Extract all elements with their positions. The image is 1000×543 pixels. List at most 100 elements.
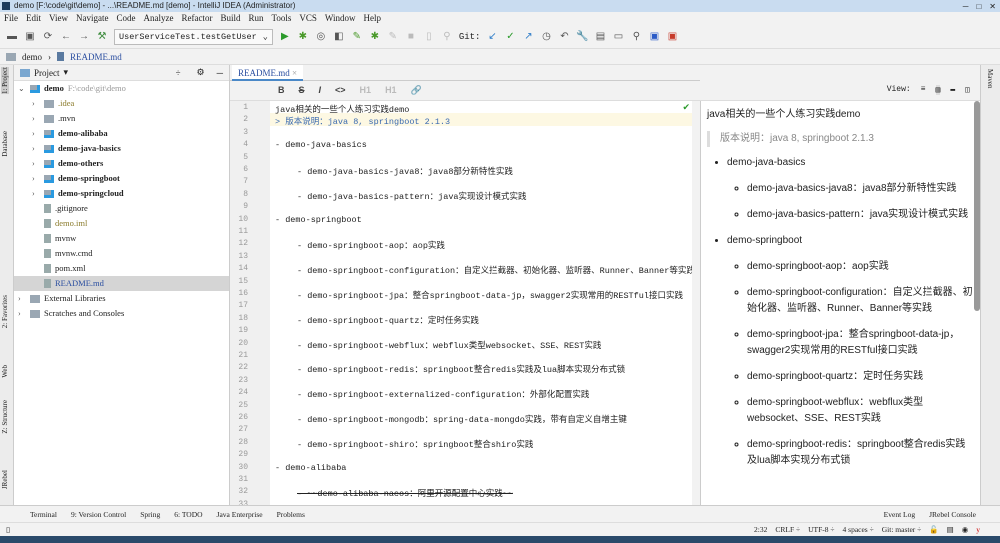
bold-button[interactable]: B (278, 85, 285, 96)
menu-view[interactable]: View (49, 12, 68, 25)
close-icon[interactable]: × (292, 68, 297, 78)
translate-icon[interactable]: ▣ (648, 31, 660, 43)
indent-setting[interactable]: 4 spaces ÷ (843, 525, 874, 534)
chevron-down-icon[interactable]: ⌄ (18, 81, 26, 96)
menu-analyze[interactable]: Analyze (143, 12, 173, 25)
find-icon[interactable]: ⚲ (630, 31, 642, 43)
tool-window-terminal[interactable]: Terminal (30, 510, 57, 519)
tool-window--version-control[interactable]: 9: Version Control (71, 510, 126, 519)
caret-position[interactable]: 2:32 (754, 525, 767, 534)
settings-icon[interactable]: 🔧 (576, 31, 588, 43)
menu-window[interactable]: Window (325, 12, 356, 25)
run-configuration-select[interactable]: UserServiceTest.testGetUser ⌄ (114, 28, 273, 45)
menu-vcs[interactable]: VCS (299, 12, 317, 25)
open-icon[interactable]: ▬ (6, 31, 18, 43)
tree-item[interactable]: › demo-springboot (14, 171, 229, 186)
tree-item[interactable]: › demo-springcloud (14, 186, 229, 201)
tree-item[interactable]: › External Libraries (14, 291, 229, 306)
tree-item[interactable]: ⌄ demo F:\code\git\demo (14, 81, 229, 96)
toggle-tool-windows-icon[interactable]: ▯ (6, 525, 10, 534)
terminal-icon[interactable]: ▭ (612, 31, 624, 43)
menu-code[interactable]: Code (116, 12, 135, 25)
tool-project[interactable]: 1: Project (1, 67, 9, 95)
editor-only-icon[interactable]: ≡ (921, 85, 926, 95)
menu-build[interactable]: Build (220, 12, 240, 25)
tree-item[interactable]: .gitignore (14, 201, 229, 216)
italic-button[interactable]: I (319, 85, 322, 96)
menu-run[interactable]: Run (248, 12, 263, 25)
search-disabled-icon[interactable]: ⚲ (441, 31, 453, 43)
stop-icon[interactable]: ■ (405, 31, 417, 43)
chevron-down-icon[interactable]: ▾ (64, 67, 69, 78)
jrebel-run-icon[interactable]: ✎ (351, 31, 363, 43)
memory-icon[interactable]: ▤ (947, 525, 954, 534)
git-push-icon[interactable]: ↗ (522, 31, 534, 43)
chevron-right-icon[interactable]: › (32, 111, 40, 126)
split-view-icon[interactable]: ▥ (935, 85, 941, 95)
rollback-icon[interactable]: ↶ (558, 31, 570, 43)
jrebel-debug-icon[interactable]: ✱ (369, 31, 381, 43)
debug-icon[interactable]: ✱ (297, 31, 309, 43)
chevron-right-icon[interactable]: › (32, 171, 40, 186)
tree-item[interactable]: › demo-others (14, 156, 229, 171)
preview-only-icon[interactable]: ▬ (950, 85, 955, 95)
chevron-right-icon[interactable]: › (32, 186, 40, 201)
tool-window--todo[interactable]: 6: TODO (174, 510, 202, 519)
plugin-icon[interactable]: ▣ (666, 31, 678, 43)
tree-item[interactable]: mvnw.cmd (14, 246, 229, 261)
layout-toggle-icon[interactable]: ◫ (965, 85, 970, 95)
tree-item[interactable]: mvnw (14, 231, 229, 246)
tool-window-jrebel-console[interactable]: JRebel Console (929, 510, 976, 519)
link-button[interactable]: 🔗 (411, 85, 422, 96)
tab-readme[interactable]: README.md × (232, 65, 304, 81)
header-up-button[interactable]: H1 (360, 85, 372, 96)
build-icon[interactable]: ⚒ (96, 31, 108, 43)
tree-item[interactable]: pom.xml (14, 261, 229, 276)
menu-navigate[interactable]: Navigate (76, 12, 108, 25)
strikethrough-button[interactable]: S (299, 85, 305, 96)
tool-structure[interactable]: Z: Structure (1, 400, 9, 434)
tree-item[interactable]: › .idea (14, 96, 229, 111)
sync-icon[interactable]: ⟳ (42, 31, 54, 43)
forward-icon[interactable]: → (78, 31, 90, 43)
run-icon[interactable]: ▶ (279, 31, 291, 43)
tool-web[interactable]: Web (1, 365, 9, 378)
markdown-editor[interactable]: ✔ java相关的一些个人练习实践demo > 版本说明：java 8, spri… (270, 101, 692, 505)
menu-file[interactable]: File (4, 12, 18, 25)
tool-window-event-log[interactable]: Event Log (884, 510, 915, 519)
menu-tools[interactable]: Tools (271, 12, 291, 25)
collapse-all-icon[interactable]: ÷ (176, 68, 181, 78)
save-icon[interactable]: ▣ (24, 31, 36, 43)
tool-window-problems[interactable]: Problems (277, 510, 305, 519)
tree-item[interactable]: › demo-alibaba (14, 126, 229, 141)
hide-panel-icon[interactable]: ─ (217, 68, 223, 78)
tool-maven[interactable]: Maven (986, 69, 994, 88)
chevron-right-icon[interactable]: › (32, 141, 40, 156)
structure-icon[interactable]: ▤ (594, 31, 606, 43)
gear-icon[interactable]: ⚙ (197, 67, 205, 78)
menu-edit[interactable]: Edit (26, 12, 41, 25)
tree-item[interactable]: › Scratches and Consoles (14, 306, 229, 321)
tool-favorites[interactable]: 2: Favorites (1, 295, 9, 328)
jrebel-disabled-icon[interactable]: ✎ (387, 31, 399, 43)
project-view-select[interactable]: Project (34, 68, 60, 78)
header-down-button[interactable]: H1 (385, 85, 397, 96)
chevron-right-icon[interactable]: › (32, 96, 40, 111)
git-branch[interactable]: Git: master ÷ (882, 525, 922, 534)
tree-item[interactable]: › .mvn (14, 111, 229, 126)
line-separator[interactable]: CRLF ÷ (775, 525, 800, 534)
hector-icon[interactable]: ◉ (962, 525, 969, 534)
back-icon[interactable]: ← (60, 31, 72, 43)
breadcrumb-readme[interactable]: README.md (70, 52, 122, 62)
menu-refactor[interactable]: Refactor (181, 12, 212, 25)
coverage-icon[interactable]: ◎ (315, 31, 327, 43)
tool-window-spring[interactable]: Spring (140, 510, 160, 519)
tree-item[interactable]: › demo-java-basics (14, 141, 229, 156)
tool-database[interactable]: Database (1, 131, 9, 157)
device-icon[interactable]: ▯ (423, 31, 435, 43)
tool-jrebel[interactable]: JRebel (1, 470, 9, 489)
profile-icon[interactable]: ◧ (333, 31, 345, 43)
chevron-right-icon[interactable]: › (18, 306, 26, 321)
jrebel-icon[interactable]: y (976, 525, 980, 534)
chevron-right-icon[interactable]: › (18, 291, 26, 306)
